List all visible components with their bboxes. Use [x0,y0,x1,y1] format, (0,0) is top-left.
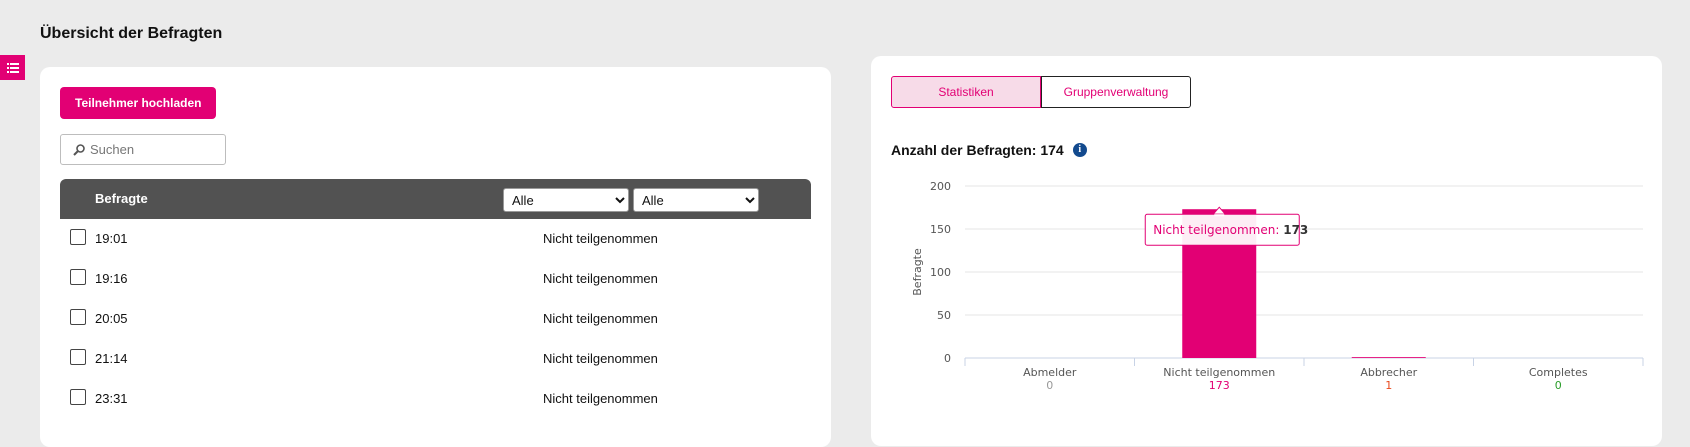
table-header: Befragte Alle Alle [60,179,811,219]
x-tick-label: Abbrecher [1360,366,1417,379]
row-time: 20:05 [95,311,128,326]
participants-list: 19:01 Nicht teilgenommen 19:16 Nicht tei… [60,219,811,419]
row-status: Nicht teilgenommen [543,311,658,326]
page-title: Übersicht der Befragten [40,25,223,42]
table-row: 19:16 Nicht teilgenommen [60,259,811,299]
y-tick-label: 50 [937,309,951,322]
search-input[interactable] [90,142,220,157]
filter-select-1[interactable]: Alle [503,188,629,212]
y-axis-label: Befragte [911,248,924,296]
table-row: 23:31 Nicht teilgenommen [60,379,811,419]
row-time: 19:16 [95,271,128,286]
bar-abbrecher [1351,357,1426,358]
row-checkbox[interactable] [70,229,86,245]
list-icon [6,62,19,73]
search-box[interactable] [60,134,226,165]
row-checkbox[interactable] [70,309,86,325]
respondents-bar-chart: 050100150200BefragteAbmelder0Nicht teilg… [911,180,1644,392]
data-label: 0 [1555,379,1562,392]
y-tick-label: 200 [930,180,951,193]
row-time: 19:01 [95,231,128,246]
data-label: 0 [1046,379,1053,392]
row-checkbox[interactable] [70,269,86,285]
tooltip-label: Nicht teilgenommen: [1153,223,1283,237]
row-time: 23:31 [95,391,128,406]
table-row: 21:14 Nicht teilgenommen [60,339,811,379]
row-checkbox[interactable] [70,389,86,405]
table-row: 19:01 Nicht teilgenommen [60,219,811,259]
statistics-panel: Statistiken Gruppenverwaltung Anzahl der… [871,56,1662,446]
tooltip-arrow-join [1214,214,1225,217]
column-header-befragte: Befragte [95,191,148,206]
participants-panel: Teilnehmer hochladen Befragte Alle Alle … [40,67,831,447]
x-tick-label: Completes [1529,366,1588,379]
y-tick-label: 100 [930,266,951,279]
tooltip-text: Nicht teilgenommen: 173 [1153,223,1308,237]
data-label: 1 [1385,379,1392,392]
y-tick-label: 0 [944,352,951,365]
x-tick-label: Nicht teilgenommen [1163,366,1275,379]
row-time: 21:14 [95,351,128,366]
y-tick-label: 150 [930,223,951,236]
row-status: Nicht teilgenommen [543,391,658,406]
upload-participants-button[interactable]: Teilnehmer hochladen [60,87,217,119]
row-checkbox[interactable] [70,349,86,365]
x-tick-label: Abmelder [1023,366,1077,379]
sidebar-toggle-button[interactable] [0,55,25,80]
row-status: Nicht teilgenommen [543,351,658,366]
data-label: 173 [1209,379,1230,392]
filter-select-2[interactable]: Alle [633,188,759,212]
table-row: 20:05 Nicht teilgenommen [60,299,811,339]
search-icon [73,143,85,156]
row-status: Nicht teilgenommen [543,231,658,246]
tooltip-value: 173 [1283,223,1308,237]
row-status: Nicht teilgenommen [543,271,658,286]
